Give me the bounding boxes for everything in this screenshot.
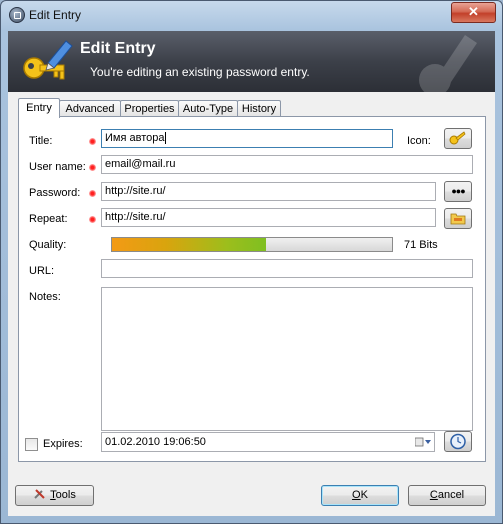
- tools-icon: [34, 489, 45, 499]
- url-label: URL:: [29, 265, 55, 277]
- show-password-button[interactable]: ●●●: [444, 181, 472, 202]
- tab-entry[interactable]: Entry: [18, 98, 60, 118]
- edit-entry-window: Edit Entry ✕ Edit Entry You're editing a…: [0, 0, 503, 524]
- tab-auto-type[interactable]: Auto-Type: [178, 100, 238, 117]
- password-quality-bar: [111, 237, 393, 252]
- required-marker: [89, 216, 96, 223]
- folder-key-icon: [450, 213, 466, 225]
- quality-fill: [112, 238, 266, 251]
- expires-checkbox[interactable]: [25, 438, 38, 451]
- lock-icon: [9, 7, 25, 23]
- tools-label: ools: [55, 489, 76, 501]
- cancel-button[interactable]: Cancel: [408, 485, 486, 506]
- expiry-presets-button[interactable]: [444, 431, 472, 452]
- repeat-password-field[interactable]: http://site.ru/: [101, 208, 436, 227]
- password-generator-button[interactable]: [444, 208, 472, 229]
- username-label: User name:: [29, 161, 86, 173]
- entry-panel: Title: Имя автора Icon: User name: email…: [18, 116, 486, 462]
- ok-label: K: [360, 489, 368, 501]
- key-icon: [449, 131, 466, 145]
- dialog-content: Entry Advanced Properties Auto-Type Hist…: [8, 92, 495, 516]
- title-value: Имя автора: [105, 132, 165, 144]
- title-field[interactable]: Имя автора: [101, 129, 393, 148]
- close-button[interactable]: ✕: [451, 2, 496, 23]
- repeat-label: Repeat:: [29, 213, 68, 225]
- banner-title: Edit Entry: [80, 40, 156, 57]
- required-marker: [89, 138, 96, 145]
- notes-label: Notes:: [29, 291, 61, 303]
- header-banner: Edit Entry You're editing an existing pa…: [8, 31, 495, 92]
- calendar-dropdown-icon[interactable]: [415, 437, 431, 447]
- password-label: Password:: [29, 187, 81, 199]
- banner-subtitle: You're editing an existing password entr…: [90, 65, 310, 79]
- text-caret: [165, 132, 167, 145]
- icon-label: Icon:: [407, 135, 431, 147]
- icon-picker-button[interactable]: [444, 128, 472, 149]
- tab-advanced[interactable]: Advanced: [59, 100, 121, 117]
- notes-textarea[interactable]: [101, 287, 473, 431]
- title-label: Title:: [29, 135, 53, 147]
- expires-label: Expires:: [43, 438, 83, 450]
- key-pen-icon: [23, 40, 73, 80]
- expires-datetime-field[interactable]: 01.02.2010 19:06:50: [101, 432, 435, 452]
- password-field[interactable]: http://site.ru/: [101, 182, 436, 201]
- window-title: Edit Entry: [29, 8, 82, 22]
- expires-value: 01.02.2010 19:06:50: [105, 436, 206, 448]
- quality-label: Quality:: [29, 239, 67, 251]
- tab-properties[interactable]: Properties: [120, 100, 179, 117]
- username-field[interactable]: email@mail.ru: [101, 155, 473, 174]
- ok-accelerator: O: [352, 489, 361, 501]
- cancel-accelerator: C: [429, 489, 438, 501]
- required-marker: [89, 164, 96, 171]
- required-marker: [89, 190, 96, 197]
- ok-button[interactable]: OK: [321, 485, 399, 506]
- title-bar[interactable]: Edit Entry ✕: [1, 1, 502, 29]
- pen-watermark-icon: [419, 35, 477, 92]
- quality-bits: 71 Bits: [404, 239, 438, 251]
- url-field[interactable]: [101, 259, 473, 278]
- clock-icon: [450, 433, 466, 450]
- tools-button[interactable]: Tools: [15, 485, 94, 506]
- cancel-label: ancel: [437, 489, 465, 501]
- tab-history[interactable]: History: [237, 100, 281, 117]
